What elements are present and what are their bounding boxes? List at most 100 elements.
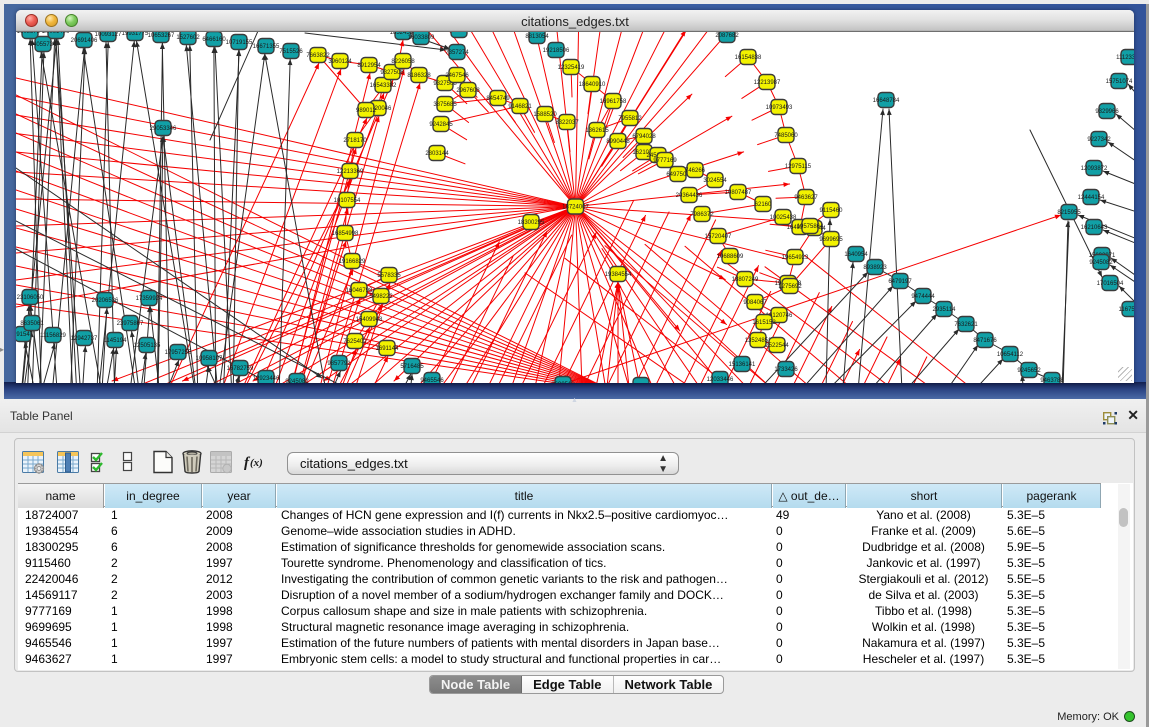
svg-text:16033809: 16033809 bbox=[408, 35, 435, 41]
svg-text:16961758: 16961758 bbox=[600, 99, 627, 105]
svg-text:2967608: 2967608 bbox=[456, 88, 480, 94]
svg-text:20061406: 20061406 bbox=[43, 32, 70, 35]
svg-text:5716485: 5716485 bbox=[400, 364, 424, 370]
svg-text:17359924: 17359924 bbox=[136, 296, 163, 302]
svg-text:9146821: 9146821 bbox=[508, 104, 532, 110]
svg-text:9327508: 9327508 bbox=[380, 70, 404, 76]
svg-text:12444154: 12444154 bbox=[1078, 195, 1105, 201]
svg-text:7955812: 7955812 bbox=[618, 116, 642, 122]
svg-text:7625402: 7625402 bbox=[343, 339, 367, 345]
svg-text:10654112: 10654112 bbox=[997, 352, 1024, 358]
svg-text:12093872: 12093872 bbox=[1081, 166, 1108, 172]
svg-text:8813054: 8813054 bbox=[525, 34, 549, 40]
svg-text:16648784: 16648784 bbox=[873, 98, 900, 104]
svg-text:1145194: 1145194 bbox=[104, 338, 128, 344]
svg-text:10107554: 10107554 bbox=[334, 198, 361, 204]
svg-text:9699695: 9699695 bbox=[819, 237, 843, 243]
svg-text:9227342: 9227342 bbox=[1087, 137, 1111, 143]
svg-text:20206536: 20206536 bbox=[92, 298, 119, 304]
svg-text:12325419: 12325419 bbox=[558, 65, 585, 71]
svg-text:7515526: 7515526 bbox=[279, 49, 303, 55]
svg-text:10653267: 10653267 bbox=[148, 33, 175, 39]
svg-text:19575864: 19575864 bbox=[797, 224, 824, 230]
svg-text:16210643: 16210643 bbox=[1081, 225, 1108, 231]
svg-text:10958107: 10958107 bbox=[196, 356, 223, 362]
svg-text:3960124: 3960124 bbox=[328, 59, 352, 65]
svg-text:23106050: 23106050 bbox=[17, 295, 44, 301]
svg-text:7485060: 7485060 bbox=[774, 133, 798, 139]
svg-text:17957255: 17957255 bbox=[165, 350, 192, 356]
svg-text:20364436: 20364436 bbox=[676, 193, 703, 199]
svg-text:18300295: 18300295 bbox=[518, 220, 545, 226]
svg-text:6479197: 6479197 bbox=[888, 279, 912, 285]
svg-text:62160: 62160 bbox=[755, 202, 772, 208]
svg-text:15136141: 15136141 bbox=[729, 362, 756, 368]
svg-text:1733426: 1733426 bbox=[774, 367, 798, 373]
svg-text:24055724: 24055724 bbox=[30, 42, 57, 48]
svg-text:7663822: 7663822 bbox=[306, 53, 330, 59]
svg-text:5578335: 5578335 bbox=[377, 273, 401, 279]
svg-text:23975867: 23975867 bbox=[117, 321, 144, 327]
svg-text:8912954: 8912954 bbox=[357, 63, 381, 69]
svg-text:3024554: 3024554 bbox=[703, 178, 727, 184]
svg-text:20691406: 20691406 bbox=[71, 38, 98, 44]
svg-text:2522544: 2522544 bbox=[765, 343, 789, 349]
svg-text:19384554: 19384554 bbox=[605, 272, 632, 278]
svg-text:16543382: 16543382 bbox=[370, 83, 397, 89]
svg-text:10719155: 10719155 bbox=[226, 40, 253, 46]
svg-text:6794028: 6794028 bbox=[632, 134, 656, 140]
svg-text:12923446: 12923446 bbox=[253, 376, 280, 382]
svg-text:7986372: 7986372 bbox=[690, 212, 714, 218]
svg-text:5498222: 5498222 bbox=[369, 294, 393, 300]
svg-text:2803144: 2803144 bbox=[425, 151, 449, 157]
svg-text:1275692: 1275692 bbox=[778, 284, 802, 290]
svg-text:18807249: 18807249 bbox=[732, 277, 759, 283]
svg-text:1640954: 1640954 bbox=[844, 252, 868, 258]
svg-text:9245652: 9245652 bbox=[1017, 368, 1041, 374]
svg-text:8471676: 8471676 bbox=[973, 338, 997, 344]
svg-text:8990448: 8990448 bbox=[606, 139, 630, 145]
svg-text:10807487: 10807487 bbox=[725, 190, 752, 196]
svg-text:391547: 391547 bbox=[16, 332, 34, 338]
svg-text:12033446: 12033446 bbox=[707, 377, 734, 383]
svg-text:8454749: 8454749 bbox=[486, 96, 510, 102]
svg-text:1691144: 1691144 bbox=[376, 346, 400, 352]
svg-text:29053346: 29053346 bbox=[150, 126, 177, 132]
svg-text:3875685: 3875685 bbox=[433, 102, 457, 108]
svg-text:2718170: 2718170 bbox=[343, 138, 367, 144]
svg-text:10973493: 10973493 bbox=[766, 105, 793, 111]
svg-text:12942737: 12942737 bbox=[71, 336, 98, 342]
svg-text:9857791: 9857791 bbox=[327, 361, 351, 367]
svg-text:18724007: 18724007 bbox=[562, 205, 589, 211]
svg-text:8215955: 8215955 bbox=[1057, 210, 1081, 216]
svg-text:6466160: 6466160 bbox=[202, 37, 226, 43]
svg-text:16782759: 16782759 bbox=[227, 366, 254, 372]
svg-text:16046798: 16046798 bbox=[346, 288, 373, 294]
svg-text:11064733: 11064733 bbox=[446, 32, 473, 34]
svg-text:9474444: 9474444 bbox=[911, 294, 935, 300]
svg-text:989012: 989012 bbox=[356, 108, 377, 114]
svg-text:15409948: 15409948 bbox=[356, 317, 383, 323]
svg-text:15751074: 15751074 bbox=[1106, 79, 1133, 85]
svg-text:2935114: 2935114 bbox=[933, 307, 957, 313]
svg-text:1362615: 1362615 bbox=[585, 128, 609, 134]
svg-text:(x): (x) bbox=[250, 457, 263, 469]
svg-text:16671355: 16671355 bbox=[253, 44, 280, 50]
svg-text:18640910: 18640910 bbox=[579, 82, 606, 88]
svg-text:9463788: 9463788 bbox=[1040, 378, 1064, 383]
svg-text:17016504: 17016504 bbox=[1097, 281, 1124, 287]
svg-text:10688609: 10688609 bbox=[717, 254, 744, 260]
svg-text:9699512: 9699512 bbox=[551, 382, 575, 383]
svg-text:746266: 746266 bbox=[685, 168, 706, 174]
svg-text:12505135: 12505135 bbox=[134, 343, 161, 349]
svg-text:9463627: 9463627 bbox=[794, 195, 818, 201]
svg-text:8938923: 8938923 bbox=[863, 265, 887, 271]
svg-text:9245082: 9245082 bbox=[285, 379, 309, 383]
svg-text:19654923: 19654923 bbox=[782, 255, 809, 261]
svg-text:1167531: 1167531 bbox=[1119, 307, 1134, 313]
svg-text:11123334: 11123334 bbox=[1116, 55, 1134, 61]
svg-text:9777169: 9777169 bbox=[653, 158, 677, 164]
svg-text:12975115: 12975115 bbox=[785, 164, 812, 170]
svg-text:2087682: 2087682 bbox=[715, 33, 739, 39]
svg-text:1588520: 1588520 bbox=[533, 112, 557, 118]
